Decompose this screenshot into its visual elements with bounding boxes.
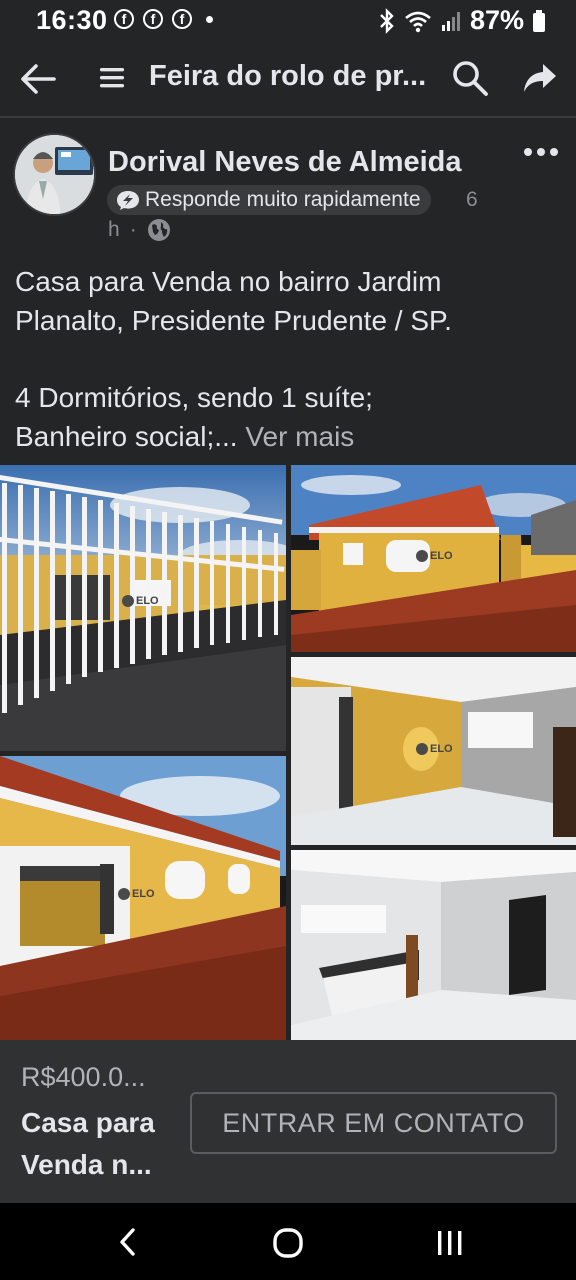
- meta-separator: ·: [129, 218, 137, 241]
- post-text-truncated: Banheiro social;...: [15, 421, 238, 452]
- listing-title: Casa para Venda n...: [21, 1107, 155, 1180]
- listing-photo[interactable]: ELO: [291, 657, 576, 845]
- badge-label: Responde muito rapidamente: [145, 188, 421, 211]
- lightning-chat-icon: [117, 191, 139, 210]
- marketplace-listing[interactable]: R$400.0... Casa para Venda n... ENTRAR E…: [0, 1040, 576, 1203]
- post-time[interactable]: h: [108, 218, 120, 242]
- wifi-icon: [405, 11, 431, 32]
- responsive-badge: Responde muito rapidamente: [107, 185, 431, 215]
- more-options-icon[interactable]: [524, 148, 558, 156]
- watermark-logo: ELO: [416, 550, 453, 562]
- post-body: Casa para Venda no bairro Jardim Planalt…: [15, 262, 560, 456]
- see-more-link[interactable]: Ver mais: [245, 421, 354, 452]
- globe-icon: [147, 219, 170, 241]
- post-text-line: Casa para Venda no bairro Jardim: [15, 266, 442, 297]
- bluetooth-icon: [380, 7, 394, 34]
- battery-icon: [533, 9, 545, 32]
- search-icon[interactable]: [451, 59, 489, 97]
- status-time: 16:30: [36, 5, 108, 35]
- battery-level: 87%: [469, 5, 524, 35]
- app-bar: Feira do rolo de pr...: [0, 42, 576, 118]
- facebook-icon: f: [172, 9, 192, 29]
- post-author-name[interactable]: Dorival Neves de Almeida: [108, 146, 462, 179]
- watermark-logo: ELO: [122, 595, 159, 607]
- watermark-logo: ELO: [118, 888, 155, 900]
- listing-photo[interactable]: ELO: [0, 465, 286, 751]
- facebook-icon: f: [143, 9, 163, 29]
- badge-count: 6: [466, 188, 478, 211]
- menu-icon[interactable]: [100, 67, 124, 89]
- avatar[interactable]: [13, 133, 96, 216]
- post-text-line: Banheiro social;... Ver mais: [15, 417, 560, 456]
- nav-recents-icon[interactable]: [436, 1230, 464, 1256]
- back-arrow-icon[interactable]: [20, 62, 56, 96]
- listing-price: R$400.0...: [21, 1062, 146, 1092]
- contact-button[interactable]: ENTRAR EM CONTATO: [190, 1092, 557, 1154]
- post-meta: h ·: [108, 218, 171, 242]
- nav-home-icon[interactable]: [272, 1227, 304, 1259]
- notification-dot: [206, 16, 213, 23]
- post-text-line: 4 Dormitórios, sendo 1 suíte;: [15, 382, 373, 413]
- status-bar: 16:30 f f f 87%: [0, 0, 576, 42]
- listing-photo[interactable]: ELO: [291, 465, 576, 652]
- share-icon[interactable]: [523, 62, 557, 94]
- watermark-logo: ELO: [416, 743, 453, 755]
- post-text-line: Planalto, Presidente Prudente / SP.: [15, 305, 452, 336]
- listing-photo[interactable]: ELO: [0, 756, 286, 1040]
- listing-photo[interactable]: [291, 850, 576, 1040]
- signal-icon: [441, 11, 460, 31]
- facebook-icon: f: [114, 9, 134, 29]
- system-nav-bar: [0, 1203, 576, 1280]
- nav-back-icon[interactable]: [117, 1227, 137, 1257]
- group-title[interactable]: Feira do rolo de pr...: [149, 60, 426, 93]
